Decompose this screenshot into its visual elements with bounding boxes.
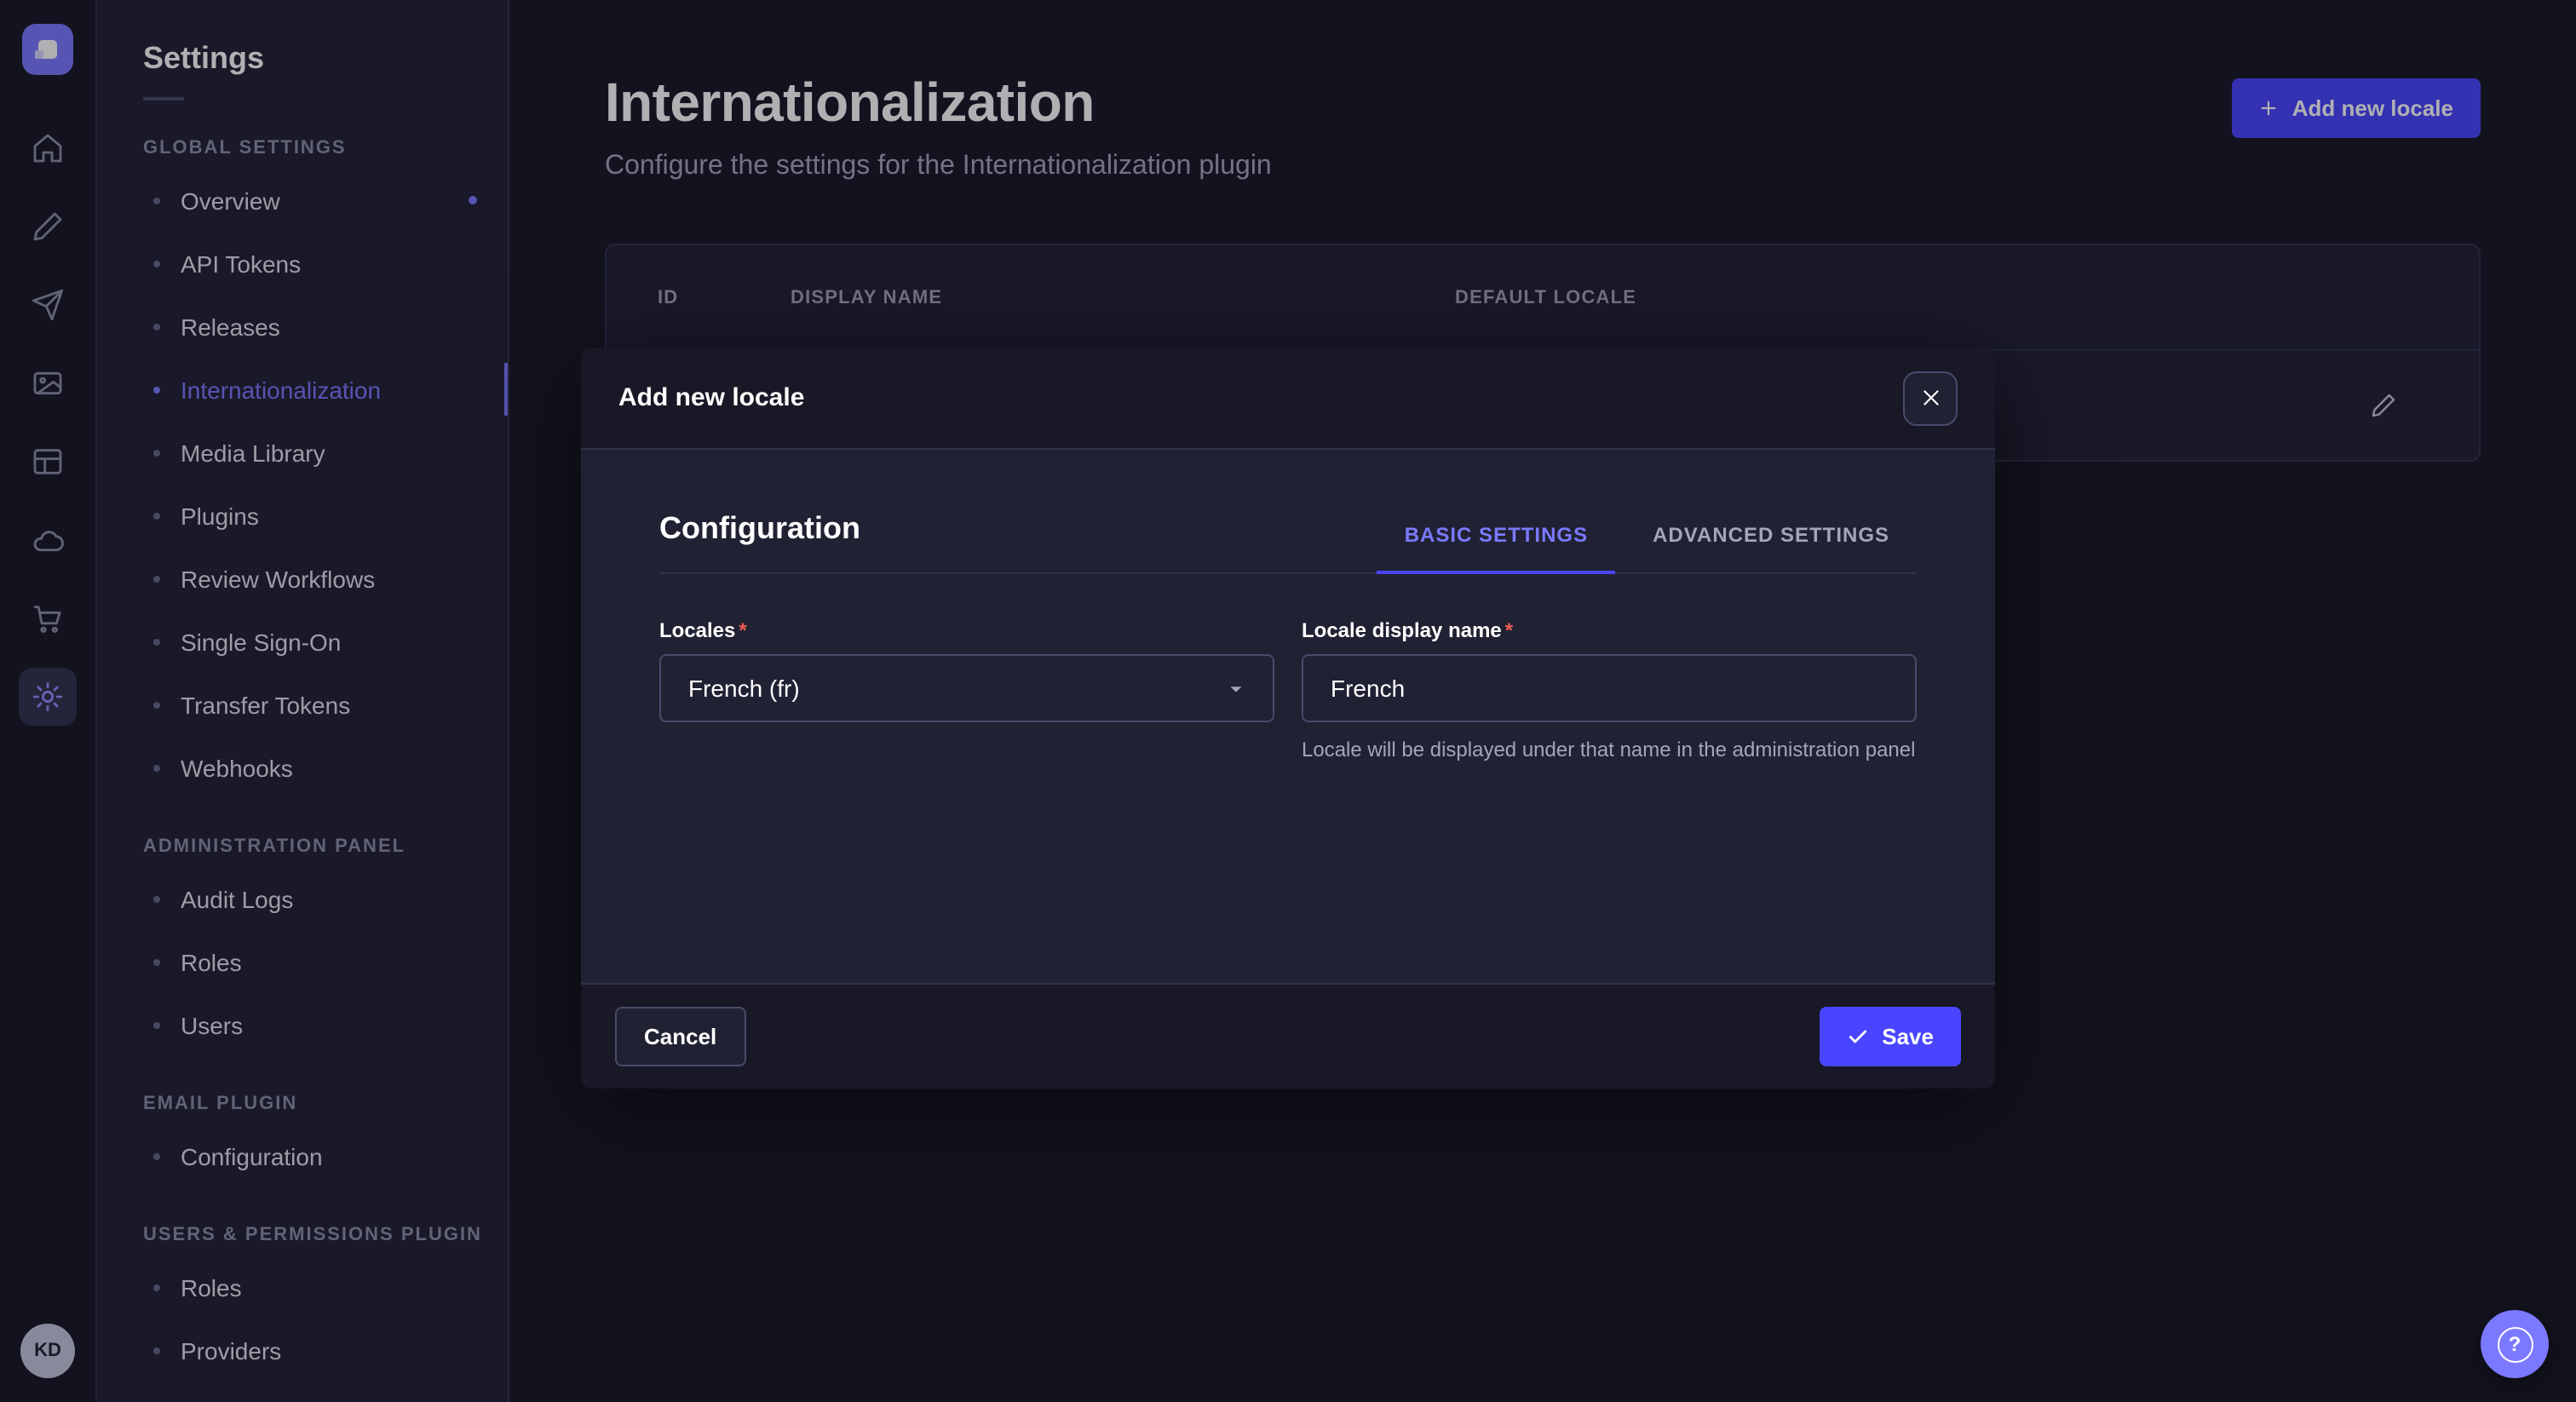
close-button[interactable]: [1903, 371, 1958, 425]
locales-field: Locales* French (fr): [659, 618, 1274, 766]
required-asterisk: *: [739, 618, 746, 642]
display-name-input[interactable]: [1302, 654, 1917, 722]
modal-body: Configuration BASIC SETTINGS ADVANCED SE…: [581, 450, 1995, 983]
configuration-title: Configuration: [659, 511, 860, 572]
modal-title: Add new locale: [618, 383, 804, 412]
save-button-label: Save: [1882, 1024, 1934, 1049]
close-icon: [1919, 387, 1941, 409]
display-name-field: Locale display name* Locale will be disp…: [1302, 618, 1917, 766]
add-locale-modal: Add new locale Configuration BASIC SETTI…: [581, 348, 1995, 1089]
question-mark-icon: ?: [2497, 1326, 2533, 1362]
configuration-header: Configuration BASIC SETTINGS ADVANCED SE…: [659, 511, 1917, 574]
modal-tabs: BASIC SETTINGS ADVANCED SETTINGS: [1377, 523, 1917, 572]
tab-basic-settings[interactable]: BASIC SETTINGS: [1377, 523, 1615, 574]
display-name-label: Locale display name*: [1302, 618, 1917, 642]
locales-select[interactable]: French (fr): [659, 654, 1274, 722]
cancel-button[interactable]: Cancel: [615, 1007, 745, 1066]
help-button[interactable]: ?: [2481, 1310, 2549, 1378]
locales-select-value: French (fr): [688, 675, 800, 702]
modal-footer: Cancel Save: [581, 983, 1995, 1089]
modal-header: Add new locale: [581, 348, 1995, 450]
tab-advanced-settings[interactable]: ADVANCED SETTINGS: [1625, 523, 1917, 572]
save-button[interactable]: Save: [1819, 1007, 1961, 1066]
app-root: KD Settings GLOBAL SETTINGS Overview API…: [0, 0, 2576, 1402]
locales-label: Locales*: [659, 618, 1274, 642]
display-name-label-text: Locale display name: [1302, 618, 1502, 642]
chevron-down-icon: [1227, 679, 1245, 698]
display-name-hint: Locale will be displayed under that name…: [1302, 736, 1917, 766]
locales-label-text: Locales: [659, 618, 735, 642]
required-asterisk: *: [1505, 618, 1513, 642]
check-icon: [1846, 1026, 1868, 1048]
locale-form: Locales* French (fr) Locale display name…: [659, 618, 1917, 766]
